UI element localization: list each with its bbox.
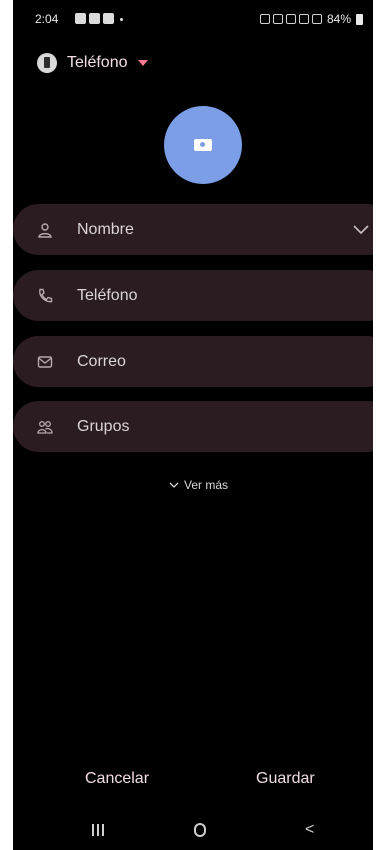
battery-icon [356,13,363,25]
mute-icon [285,14,296,24]
account-label: Teléfono [67,54,128,71]
back-button[interactable]: < [305,821,314,839]
phone-field-label: Teléfono [77,286,138,304]
action-bar: Cancelar Guardar [13,770,373,794]
notification-icons [75,13,123,24]
person-icon [38,222,52,238]
phone-field[interactable]: Teléfono [13,270,373,321]
message-notification-icon [103,13,114,24]
home-button[interactable] [194,823,206,837]
name-field[interactable]: Nombre [13,204,373,255]
bluetooth-icon [272,14,283,24]
save-button[interactable]: Guardar [256,770,315,788]
gallery-notification-icon [75,13,86,24]
contact-editor-screen: 2:04 84% Teléfono Nombre Teléfono Correo… [13,0,373,850]
alarm-icon [259,14,270,24]
status-bar: 2:04 84% [13,12,373,32]
name-field-label: Nombre [77,220,134,238]
add-photo-button[interactable] [164,106,242,184]
wifi-icon [298,14,309,24]
account-selector[interactable]: Teléfono [37,53,148,73]
more-notifications-icon [120,18,123,21]
phone-icon [37,53,57,73]
group-icon [37,420,53,434]
camera-icon [194,139,212,151]
show-more-label: Ver más [184,478,229,492]
status-right: 84% [259,12,363,26]
dropdown-caret-icon [137,60,148,66]
mail-icon [37,355,53,368]
signal-icon [311,14,322,24]
phone-handset-icon [39,288,53,302]
status-time: 2:04 [35,12,59,26]
system-nav-bar: < [13,818,373,844]
chevron-down-icon [169,482,179,488]
groups-field-label: Grupos [77,417,130,435]
email-field-label: Correo [77,352,126,370]
show-more-button[interactable]: Ver más [169,478,228,492]
expand-chevron-icon[interactable] [352,220,370,238]
recent-apps-button[interactable] [92,824,104,836]
app-notification-icon [89,13,100,24]
email-field[interactable]: Correo [13,336,373,387]
groups-field[interactable]: Grupos [13,401,373,452]
cancel-button[interactable]: Cancelar [85,770,149,788]
system-status-icons [259,14,322,24]
battery-percent: 84% [326,12,351,26]
